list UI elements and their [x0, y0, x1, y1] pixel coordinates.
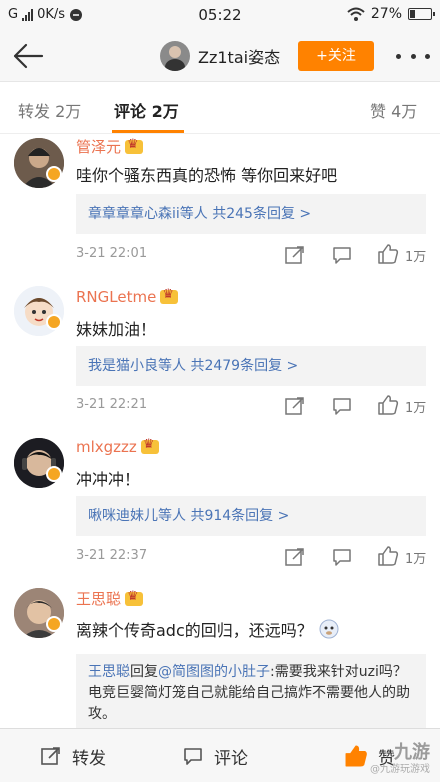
follow-button[interactable]: +关注	[298, 41, 374, 71]
comment-author[interactable]: RNGLetme	[76, 287, 179, 306]
status-bar: G 0K/s 05:22 27%	[0, 0, 440, 30]
tab-repost[interactable]: 转发 2万	[18, 98, 81, 122]
replies-link[interactable]: 章章章章心森ii等人 共245条回复 >	[76, 194, 426, 234]
share-icon[interactable]	[284, 244, 306, 266]
wifi-icon	[347, 7, 365, 21]
comment-icon[interactable]	[331, 546, 353, 568]
author-name: 王思聪	[76, 590, 122, 608]
like-count: 1万	[405, 250, 427, 265]
comment-time: 3-21 22:21	[76, 397, 148, 412]
comment-icon	[184, 748, 202, 765]
like-count: 1万	[405, 552, 427, 567]
comment-author[interactable]: 王思聪	[76, 588, 144, 609]
comment-author[interactable]: mlxgzzz	[76, 437, 159, 456]
author-name: 管泽元	[76, 138, 122, 156]
reply-keyword: 回复	[130, 664, 158, 680]
comment-time: 3-21 22:37	[76, 548, 148, 563]
repost-label: 转发	[72, 748, 106, 769]
comment-text: 冲冲冲！	[76, 470, 141, 489]
comment-text: 哇你个骚东西真的恐怖 等你回来好吧	[76, 166, 338, 185]
verified-badge-icon	[46, 166, 62, 182]
crown-icon	[125, 137, 144, 154]
more-options-icon[interactable]	[396, 44, 430, 68]
battery-icon	[408, 8, 435, 20]
back-arrow-icon[interactable]	[12, 42, 44, 70]
comment-feed[interactable]: 管泽元 哇你个骚东西真的恐怖 等你回来好吧 章章章章心森ii等人 共245条回复…	[0, 134, 440, 728]
author-name: mlxgzzz	[76, 438, 137, 456]
repost-icon	[41, 747, 60, 765]
reply-author[interactable]: 王思聪	[88, 664, 130, 680]
reply-mention[interactable]: @简图图的小肚子	[158, 664, 270, 680]
crown-icon	[160, 287, 179, 304]
tab-like-label: 赞	[370, 102, 387, 121]
like-count: 1万	[405, 401, 427, 416]
tab-comment-label: 评论	[114, 102, 147, 121]
watermark-sub: @九游玩游戏	[370, 764, 430, 775]
replies-link[interactable]: 我是猫小良等人 共2479条回复 >	[76, 346, 426, 386]
comment-text: 妹妹加油！	[76, 320, 157, 339]
share-icon[interactable]	[284, 546, 306, 568]
verified-badge-icon	[46, 616, 62, 632]
crown-icon	[140, 437, 159, 454]
tab-bar: 转发 2万 评论 2万 赞 4万	[0, 82, 440, 134]
comment-author[interactable]: 管泽元	[76, 136, 144, 157]
tab-comment[interactable]: 评论 2万	[114, 98, 179, 122]
verified-badge-icon	[46, 466, 62, 482]
top-bar: Zz1tai姿态 +关注	[0, 30, 440, 82]
replies-link[interactable]: 啾咪迪妹儿等人 共914条回复 >	[76, 496, 426, 536]
doge-emoji-icon	[319, 619, 339, 639]
header-username: Zz1tai姿态	[198, 48, 281, 67]
tab-comment-count: 2万	[151, 102, 179, 121]
header-user[interactable]: Zz1tai姿态	[160, 41, 280, 71]
tab-repost-label: 转发	[18, 102, 51, 121]
battery-percent: 27%	[370, 6, 402, 22]
comment-text: 离辣个传奇adc的回归，还远吗？	[76, 621, 313, 640]
comment-label: 评论	[214, 748, 248, 769]
active-tab-indicator	[112, 130, 184, 133]
comment-button[interactable]: 评论	[182, 729, 248, 782]
thumbs-up-icon[interactable]	[377, 545, 399, 567]
tab-like-count: 4万	[391, 102, 418, 121]
comment-icon[interactable]	[331, 244, 353, 266]
comment-time: 3-21 22:01	[76, 246, 148, 261]
verified-badge-icon	[46, 314, 62, 330]
thumbs-up-icon[interactable]	[377, 243, 399, 265]
thumbs-up-icon	[345, 745, 367, 767]
header-avatar[interactable]	[160, 41, 190, 71]
tab-like[interactable]: 赞 4万	[370, 98, 417, 122]
crown-icon	[125, 589, 144, 606]
reply-preview[interactable]: 王思聪回复@简图图的小肚子:需要我来针对uzi吗？电竞巨婴简灯笼自己就能给自己搞…	[76, 654, 426, 728]
thumbs-up-icon[interactable]	[377, 394, 399, 416]
comment-text-row: 离辣个传奇adc的回归，还远吗？	[76, 617, 339, 641]
status-right: 27%	[347, 6, 435, 22]
comment-icon[interactable]	[331, 395, 353, 417]
share-icon[interactable]	[284, 395, 306, 417]
repost-button[interactable]: 转发	[40, 729, 106, 782]
author-name: RNGLetme	[76, 288, 157, 306]
tab-repost-count: 2万	[55, 102, 82, 121]
